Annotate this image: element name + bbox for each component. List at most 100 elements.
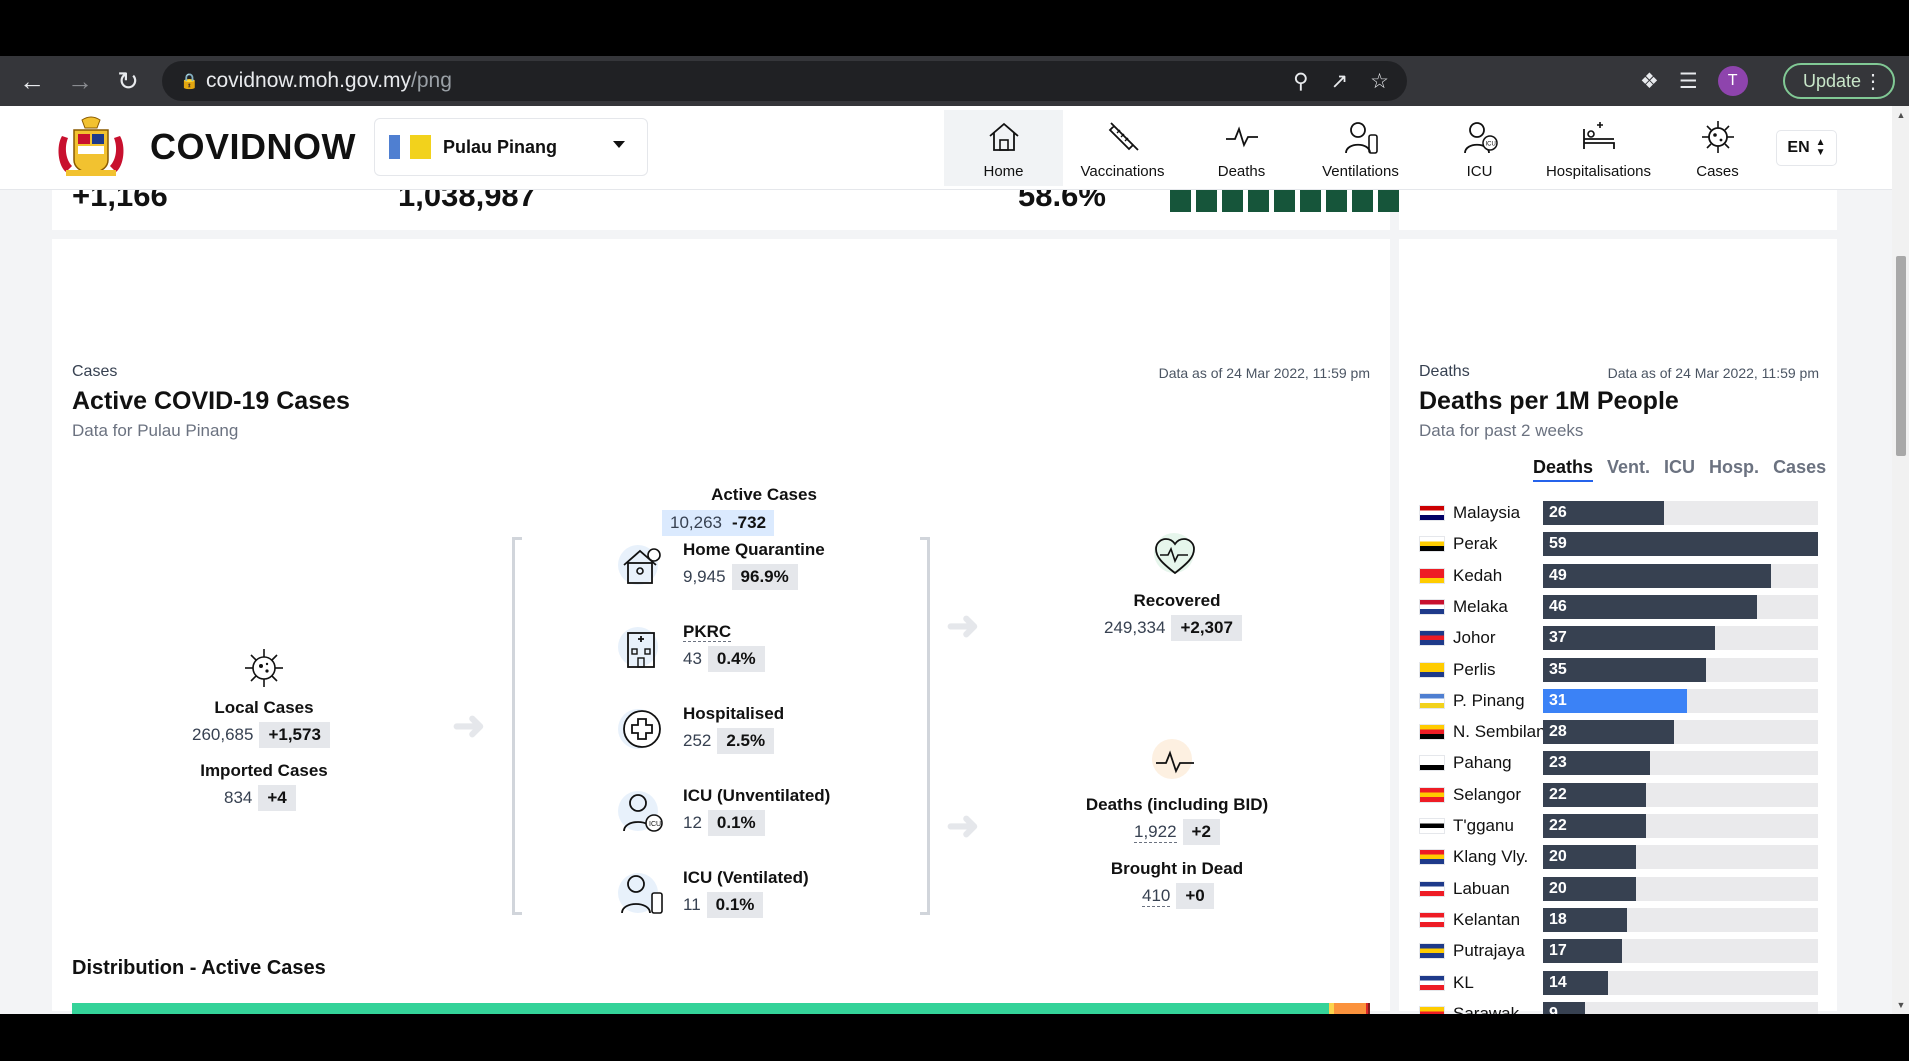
state-bar: 22 (1543, 782, 1646, 807)
browser-toolbar: ← → ↻ 🔒 covidnow.moh.gov.my/png ⚲ ↗ ☆ ❖ … (0, 56, 1909, 106)
card-eyebrow: Deaths (1419, 363, 1470, 380)
deaths-per-million-card: Deaths Deaths per 1M People Data for pas… (1399, 239, 1837, 1014)
page-scrollbar[interactable] (1892, 106, 1909, 1014)
state-flag-icon (1419, 880, 1445, 897)
metric-tabs: Deaths Vent. ICU Hosp. Cases (1533, 457, 1826, 482)
profile-avatar[interactable]: T (1717, 66, 1748, 96)
svg-text:ICU: ICU (649, 821, 661, 828)
state-bar: 26 (1543, 501, 1664, 525)
site-header: COVIDNOW Pulau Pinang Home Vaccinations … (0, 106, 1892, 190)
virus-icon (1701, 121, 1734, 153)
state-row: Perak 59 (1419, 532, 1818, 557)
bracket-right (920, 537, 930, 915)
state-bar: 46 (1543, 594, 1757, 619)
card-title: Active COVID-19 Cases (72, 387, 350, 415)
nav-ventilations[interactable]: Ventilations (1301, 110, 1420, 186)
metric-tab[interactable]: Vent. (1607, 457, 1650, 482)
nav-vaccinations[interactable]: Vaccinations (1063, 110, 1182, 186)
nav-deaths[interactable]: Deaths (1182, 110, 1301, 186)
state-name: Kedah (1453, 565, 1503, 585)
address-bar[interactable]: 🔒 covidnow.moh.gov.my/png ⚲ ↗ ☆ (162, 61, 1407, 101)
reading-list-icon[interactable]: ☰ (1679, 69, 1698, 94)
nav-icu[interactable]: ICU ICU (1420, 110, 1539, 186)
state-bar: 31 (1543, 688, 1687, 713)
state-name: Malaysia (1453, 503, 1521, 522)
state-bar: 22 (1543, 814, 1646, 838)
state-bar: 9 (1543, 1001, 1585, 1014)
state-bar: 23 (1543, 751, 1650, 776)
state-row: Melaka 46 (1419, 594, 1818, 619)
language-selector[interactable]: EN ▲ ▼ (1776, 130, 1837, 166)
metric-tab[interactable]: Cases (1773, 457, 1826, 482)
distribution-segment[interactable] (1368, 1003, 1371, 1014)
state-name: T'gganu (1453, 816, 1514, 835)
zoom-icon[interactable]: ⚲ (1293, 69, 1308, 94)
state-flag-icon (1419, 786, 1445, 803)
update-button[interactable]: Update ⋮ (1783, 63, 1895, 99)
state-bar: 59 (1543, 532, 1818, 557)
state-flag-icon (1419, 598, 1445, 615)
pkrc-building-icon (618, 627, 658, 668)
ventilator-icon (618, 873, 663, 914)
metric-tab[interactable]: Deaths (1533, 457, 1594, 482)
state-bar: 49 (1543, 563, 1771, 588)
brand-title[interactable]: COVIDNOW (150, 126, 356, 168)
state-flag-icon (1419, 567, 1445, 584)
malaysia-crest-logo[interactable] (52, 116, 130, 178)
bid-label: Brought in Dead (1110, 859, 1244, 878)
url-text: covidnow.moh.gov.my/png (206, 69, 452, 92)
extensions-icon[interactable]: ❖ (1640, 69, 1659, 94)
state-flag-icon (1419, 505, 1445, 521)
bookmark-star-icon[interactable]: ☆ (1370, 69, 1389, 94)
home-quarantine-label: Home Quarantine (683, 540, 825, 559)
home-quarantine-stat: 9,945 96.9% (683, 564, 798, 590)
data-as-of: Data as of 24 Mar 2022, 11:59 pm (1607, 365, 1819, 381)
nav-hospitalisations[interactable]: Hospitalisations (1539, 110, 1658, 186)
hospital-bed-icon (1582, 122, 1615, 149)
state-selector[interactable]: Pulau Pinang (374, 118, 648, 176)
icu-ventilated-stat: 11 0.1% (683, 892, 764, 918)
state-name: Kelantan (1453, 909, 1521, 929)
state-bar: 17 (1543, 939, 1622, 964)
scroll-down-icon[interactable]: ▼ (1896, 1000, 1906, 1010)
state-row: Perlis 35 (1419, 657, 1818, 682)
chevron-down-icon (613, 141, 625, 148)
state-flag-icon (1419, 630, 1445, 647)
distribution-segment[interactable] (1333, 1003, 1367, 1014)
reload-button[interactable]: ↻ (108, 61, 148, 101)
back-button[interactable]: ← (12, 61, 52, 101)
card-subtitle: Data for Pulau Pinang (72, 421, 239, 440)
sort-arrows-icon: ▲ ▼ (1815, 137, 1826, 158)
home-icon (988, 122, 1019, 151)
selected-state: Pulau Pinang (443, 136, 558, 157)
recovered-stat: 249,334 +2,307 (1104, 615, 1242, 641)
forward-button[interactable]: → (60, 61, 100, 101)
state-row: Putrajaya 17 (1419, 939, 1818, 964)
deaths-stat: 1,922 +2 (1134, 819, 1220, 845)
distribution-title: Distribution - Active Cases (72, 957, 326, 979)
card-subtitle: Data for past 2 weeks (1419, 421, 1584, 440)
flow-arrow-icon: ➜ (946, 804, 980, 848)
state-flag-icon (1419, 661, 1445, 678)
nav-home[interactable]: Home (944, 110, 1063, 186)
local-cases-stat: 260,685 +1,573 (192, 722, 330, 748)
imported-cases-stat: 834 +4 (224, 785, 296, 811)
metric-tab[interactable]: Hosp. (1709, 457, 1759, 482)
state-flag-icon (1419, 974, 1445, 991)
imported-cases-label: Imported Cases (200, 761, 328, 780)
local-cases-label: Local Cases (214, 698, 314, 717)
metric-tab[interactable]: ICU (1664, 457, 1695, 482)
distribution-segment[interactable] (72, 1003, 1329, 1014)
state-row: N. Sembilan 28 (1419, 720, 1818, 745)
virus-icon (245, 649, 283, 687)
recovered-heart-icon (1154, 533, 1195, 575)
kebab-menu-icon[interactable]: ⋮ (1863, 69, 1883, 94)
state-flag-icon (1419, 755, 1445, 772)
lock-icon: 🔒 (180, 73, 199, 90)
deaths-label: Deaths (including BID) (1085, 795, 1269, 814)
scrollbar-thumb[interactable] (1896, 256, 1906, 456)
share-icon[interactable]: ↗ (1331, 69, 1349, 94)
state-bar: 28 (1543, 720, 1674, 745)
scroll-up-icon[interactable]: ▲ (1896, 110, 1906, 120)
nav-cases[interactable]: Cases (1658, 110, 1777, 186)
